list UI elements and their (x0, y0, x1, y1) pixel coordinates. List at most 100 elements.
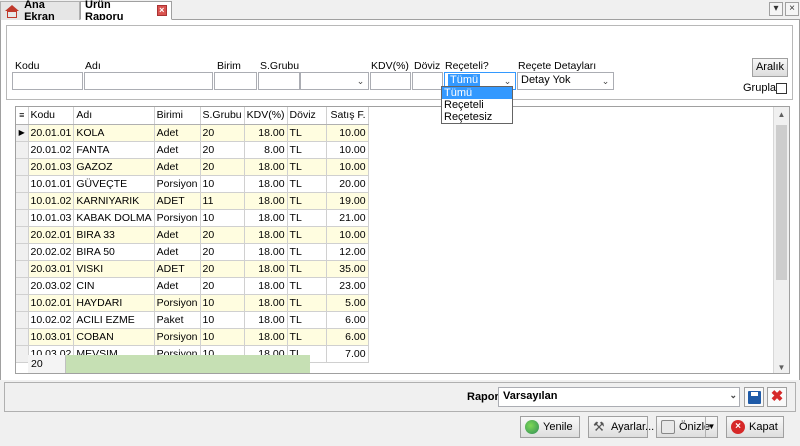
table-row[interactable]: ▶ 20.01.01 KOLA Adet 20 18.00 TL 10.00 (16, 124, 369, 142)
row-indicator[interactable] (16, 277, 29, 295)
cell-doviz[interactable]: TL (287, 192, 327, 210)
receteli-option-recetesiz[interactable]: Reçetesiz (442, 111, 512, 123)
cell-satis[interactable]: 5.00 (326, 294, 369, 312)
cell-adi[interactable]: VISKI (73, 260, 155, 278)
cell-sgrubu[interactable]: 11 (200, 192, 245, 210)
cell-birimi[interactable]: ADET (154, 260, 201, 278)
cell-kodu[interactable]: 10.03.01 (28, 328, 75, 346)
row-indicator[interactable] (16, 175, 29, 193)
cell-doviz[interactable]: TL (287, 277, 327, 295)
cell-adi[interactable]: BIRA 50 (73, 243, 155, 261)
cell-sgrubu[interactable]: 20 (200, 260, 245, 278)
cell-adi[interactable]: KARNIYARIK (73, 192, 155, 210)
row-indicator[interactable] (16, 311, 29, 329)
table-row[interactable]: 10.03.01 COBAN Porsiyon 10 18.00 TL 6.00 (16, 328, 369, 346)
cell-satis[interactable]: 23.00 (326, 277, 369, 295)
table-row[interactable]: 10.02.02 ACILI EZME Paket 10 18.00 TL 6.00 (16, 311, 369, 329)
cell-satis[interactable]: 12.00 (326, 243, 369, 261)
cell-satis[interactable]: 19.00 (326, 192, 369, 210)
cell-doviz[interactable]: TL (287, 226, 327, 244)
birim-input[interactable] (214, 72, 257, 90)
cell-satis[interactable]: 6.00 (326, 328, 369, 346)
cell-kodu[interactable]: 10.02.01 (28, 294, 75, 312)
table-row[interactable]: 10.01.02 KARNIYARIK ADET 11 18.00 TL 19.00 (16, 192, 369, 210)
grid-vertical-scrollbar[interactable]: ▲ ▼ (773, 107, 789, 373)
column-chooser-icon[interactable]: ≡ (16, 107, 29, 125)
aralik-button[interactable]: Aralık (752, 58, 788, 77)
cell-kdv[interactable]: 18.00 (244, 226, 288, 244)
cell-birimi[interactable]: Paket (154, 311, 201, 329)
onizle-dropdown-icon[interactable]: ▼ (705, 417, 717, 437)
cell-kdv[interactable]: 18.00 (244, 328, 288, 346)
cell-doviz[interactable]: TL (287, 158, 327, 176)
cell-kdv[interactable]: 18.00 (244, 192, 288, 210)
delete-report-button[interactable]: ✖ (767, 387, 787, 407)
cell-adi[interactable]: HAYDARI (73, 294, 155, 312)
cell-kodu[interactable]: 20.03.01 (28, 260, 75, 278)
cell-satis[interactable]: 10.00 (326, 158, 369, 176)
cell-birimi[interactable]: Porsiyon (154, 175, 201, 193)
cell-birimi[interactable]: Porsiyon (154, 209, 201, 227)
cell-satis[interactable]: 10.00 (326, 124, 369, 142)
cell-sgrubu[interactable]: 20 (200, 124, 245, 142)
cell-doviz[interactable]: TL (287, 124, 327, 142)
cell-kodu[interactable]: 10.01.03 (28, 209, 75, 227)
cell-birimi[interactable]: Porsiyon (154, 328, 201, 346)
cell-doviz[interactable]: TL (287, 260, 327, 278)
cell-adi[interactable]: KABAK DOLMA (73, 209, 155, 227)
yenile-button[interactable]: Yenile (520, 416, 580, 438)
table-row[interactable]: 20.01.02 FANTA Adet 20 8.00 TL 10.00 (16, 141, 369, 159)
cell-birimi[interactable]: Adet (154, 124, 201, 142)
table-row[interactable]: 10.02.01 HAYDARI Porsiyon 10 18.00 TL 5.00 (16, 294, 369, 312)
tab-urun-raporu[interactable]: Ürün Raporu × (80, 0, 172, 23)
cell-kodu[interactable]: 20.02.01 (28, 226, 75, 244)
table-row[interactable]: 20.02.02 BIRA 50 Adet 20 18.00 TL 12.00 (16, 243, 369, 261)
cell-birimi[interactable]: ADET (154, 192, 201, 210)
cell-birimi[interactable]: Porsiyon (154, 294, 201, 312)
ayarlar-button[interactable]: ⚒ Ayarlar... (588, 416, 654, 438)
row-indicator[interactable] (16, 243, 29, 261)
cell-birimi[interactable]: Adet (154, 158, 201, 176)
cell-satis[interactable]: 10.00 (326, 226, 369, 244)
recete-detay-combo[interactable]: Detay Yok ⌄ (517, 72, 614, 90)
column-header-doviz[interactable]: Döviz (287, 107, 327, 125)
cell-sgrubu[interactable]: 10 (200, 175, 245, 193)
cell-kodu[interactable]: 20.01.01 (28, 124, 75, 142)
cell-adi[interactable]: FANTA (73, 141, 155, 159)
table-row[interactable]: 10.01.03 KABAK DOLMA Porsiyon 10 18.00 TL 21.0… (16, 209, 369, 227)
tab-ana-ekran[interactable]: Ana Ekran (0, 0, 80, 23)
kdv-input[interactable] (370, 72, 411, 90)
kodu-input[interactable] (12, 72, 83, 90)
cell-satis[interactable]: 7.00 (326, 345, 369, 363)
scroll-up-icon[interactable]: ▲ (774, 107, 789, 122)
row-indicator[interactable] (16, 260, 29, 278)
scroll-thumb[interactable] (776, 125, 787, 280)
cell-adi[interactable]: ACILI EZME (73, 311, 155, 329)
cell-doviz[interactable]: TL (287, 328, 327, 346)
cell-adi[interactable]: GAZOZ (73, 158, 155, 176)
table-row[interactable]: 20.02.01 BIRA 33 Adet 20 18.00 TL 10.00 (16, 226, 369, 244)
cell-adi[interactable]: COBAN (73, 328, 155, 346)
cell-birimi[interactable]: Adet (154, 226, 201, 244)
adi-input[interactable] (84, 72, 213, 90)
cell-sgrubu[interactable]: 10 (200, 294, 245, 312)
cell-kodu[interactable]: 20.01.02 (28, 141, 75, 159)
row-indicator[interactable] (16, 158, 29, 176)
product-grid[interactable]: ≡ Kodu Adı Birimi S.Grubu KDV(%) Döviz S… (15, 106, 790, 374)
cell-satis[interactable]: 10.00 (326, 141, 369, 159)
cell-kdv[interactable]: 18.00 (244, 243, 288, 261)
close-tab-icon[interactable]: × (156, 5, 167, 16)
cell-kodu[interactable]: 20.02.02 (28, 243, 75, 261)
cell-adi[interactable]: KOLA (73, 124, 155, 142)
receteli-option-tumu[interactable]: Tümü (442, 87, 512, 99)
cell-satis[interactable]: 35.00 (326, 260, 369, 278)
cell-sgrubu[interactable]: 10 (200, 328, 245, 346)
table-row[interactable]: 20.03.01 VISKI ADET 20 18.00 TL 35.00 (16, 260, 369, 278)
column-header-adi[interactable]: Adı (73, 107, 155, 125)
cell-kdv[interactable]: 18.00 (244, 175, 288, 193)
scroll-down-icon[interactable]: ▼ (774, 360, 789, 373)
table-row[interactable]: 10.01.01 GÜVEÇTE Porsiyon 10 18.00 TL 20.00 (16, 175, 369, 193)
receteli-option-receteli[interactable]: Reçeteli (442, 99, 512, 111)
onizle-button[interactable]: Önizle ▼ (656, 416, 718, 438)
grupla-checkbox[interactable] (776, 83, 787, 94)
